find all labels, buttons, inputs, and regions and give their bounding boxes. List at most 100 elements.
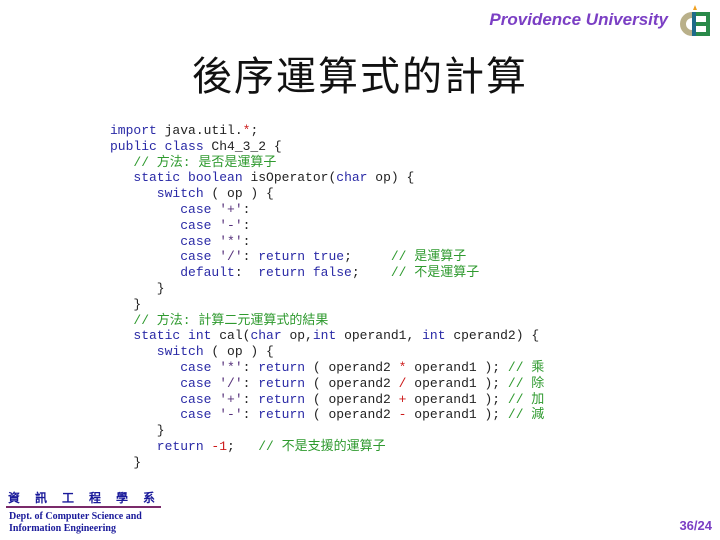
department-name-chinese: 資訊工程學系: [8, 491, 171, 505]
code-keyword: case: [110, 233, 220, 249]
code-text: :: [242, 375, 259, 391]
university-name: Providence University: [489, 10, 668, 29]
code-comment: // 不是支援的運算子: [258, 438, 386, 454]
code-keyword: import: [110, 123, 165, 138]
code-line: }: [110, 297, 544, 313]
code-text: }: [110, 296, 142, 312]
code-line: case '+': return ( operand2 + operand1 )…: [110, 392, 544, 408]
code-keyword: static boolean: [110, 170, 251, 186]
code-text: :: [242, 201, 251, 217]
code-comment: // 方法: 是否是運算子: [110, 154, 277, 170]
code-line: case '-':: [110, 218, 544, 234]
code-line: static int cal(char op,int operand1, int…: [110, 328, 544, 344]
code-text: }: [110, 423, 165, 439]
code-keyword: case: [110, 217, 220, 233]
code-text: operand1 );: [406, 407, 508, 423]
code-line: case '+':: [110, 202, 544, 218]
code-line: default: return false; // 不是運算子: [110, 265, 544, 281]
code-text: cperand2) {: [453, 328, 540, 344]
code-text: ( operand2: [312, 391, 399, 407]
code-line: // 方法: 計算二元運算式的結果: [110, 313, 544, 329]
code-line: }: [110, 281, 544, 297]
footer-divider: [6, 506, 161, 508]
code-keyword: case: [110, 359, 220, 375]
code-text: Ch4_3_2 {: [211, 138, 282, 154]
code-keyword: return false: [258, 265, 352, 281]
code-text: ;: [351, 265, 391, 281]
code-keyword: int: [422, 328, 454, 344]
code-text: java.util.: [164, 123, 243, 138]
code-literal: '+': [219, 201, 243, 217]
code-text: :: [234, 265, 259, 281]
code-text: op,: [289, 328, 313, 344]
code-comment: // 乘: [507, 359, 545, 375]
code-text: :: [242, 233, 251, 249]
code-line: static boolean isOperator(char op) {: [110, 170, 544, 186]
code-keyword: static int: [110, 328, 220, 344]
code-comment: // 除: [507, 375, 545, 391]
code-line: case '-': return ( operand2 - operand1 )…: [110, 407, 544, 423]
code-keyword: int: [312, 328, 345, 344]
code-keyword: case: [110, 375, 220, 391]
code-text: :: [242, 407, 259, 423]
code-line: case '*': return ( operand2 * operand1 )…: [110, 360, 544, 376]
code-text: operand1,: [344, 328, 423, 344]
code-keyword: case: [110, 407, 220, 423]
department-name-english: Dept. of Computer Science and Informatio…: [9, 511, 142, 535]
code-keyword: return: [258, 407, 313, 423]
code-line: }: [110, 455, 544, 471]
code-text: operand1 );: [406, 391, 508, 407]
code-text: ;: [250, 123, 259, 138]
code-text: ( op ) {: [211, 344, 274, 360]
code-literal: '/': [219, 249, 243, 265]
code-text: :: [242, 249, 259, 265]
code-text: }: [110, 454, 142, 470]
code-text: :: [242, 391, 259, 407]
code-operator: -1: [211, 438, 228, 454]
code-keyword: switch: [110, 186, 212, 202]
code-keyword: return: [258, 391, 313, 407]
ce-logo-icon: [680, 5, 710, 36]
code-keyword: public class: [110, 138, 212, 154]
code-text: op) {: [375, 170, 415, 186]
code-line: switch ( op ) {: [110, 344, 544, 360]
code-comment: // 減: [507, 407, 545, 423]
code-comment: // 方法: 計算二元運算式的結果: [110, 312, 329, 328]
code-keyword: return true: [258, 249, 345, 265]
code-literal: '*': [219, 233, 243, 249]
code-line: public class Ch4_3_2 {: [110, 139, 544, 155]
code-text: :: [242, 217, 251, 233]
code-keyword: return: [258, 359, 313, 375]
code-line: case '/': return ( operand2 / operand1 )…: [110, 376, 544, 392]
code-keyword: case: [110, 249, 220, 265]
code-keyword: char: [336, 170, 376, 186]
code-line: }: [110, 423, 544, 439]
code-literal: '*': [219, 359, 243, 375]
code-keyword: return: [258, 375, 313, 391]
code-text: ;: [344, 249, 391, 265]
code-text: cal(: [219, 328, 251, 344]
code-keyword: case: [110, 391, 220, 407]
code-comment: // 不是運算子: [390, 265, 480, 281]
code-block: import java.util.*; public class Ch4_3_2 …: [110, 123, 544, 471]
code-keyword: case: [110, 201, 220, 217]
code-comment: // 加: [507, 391, 545, 407]
slide-title: 後序運算式的計算: [192, 54, 528, 100]
code-text: operand1 );: [406, 375, 508, 391]
code-literal: '-': [219, 217, 243, 233]
code-literal: '-': [219, 407, 243, 423]
code-line: return -1; // 不是支援的運算子: [110, 439, 544, 455]
code-keyword: return: [110, 438, 212, 454]
code-text: }: [110, 280, 165, 296]
code-text: ( op ) {: [211, 186, 274, 202]
code-text: :: [242, 359, 259, 375]
code-line: case '*':: [110, 234, 544, 250]
code-line: import java.util.*;: [110, 123, 544, 139]
code-comment: // 是運算子: [390, 249, 467, 265]
code-text: ( operand2: [312, 375, 399, 391]
code-keyword: char: [250, 328, 290, 344]
code-line: // 方法: 是否是運算子: [110, 155, 544, 171]
page-number: 36/24: [679, 518, 712, 533]
department-line-2: Information Engineering: [9, 523, 116, 534]
code-text: ( operand2: [312, 407, 399, 423]
